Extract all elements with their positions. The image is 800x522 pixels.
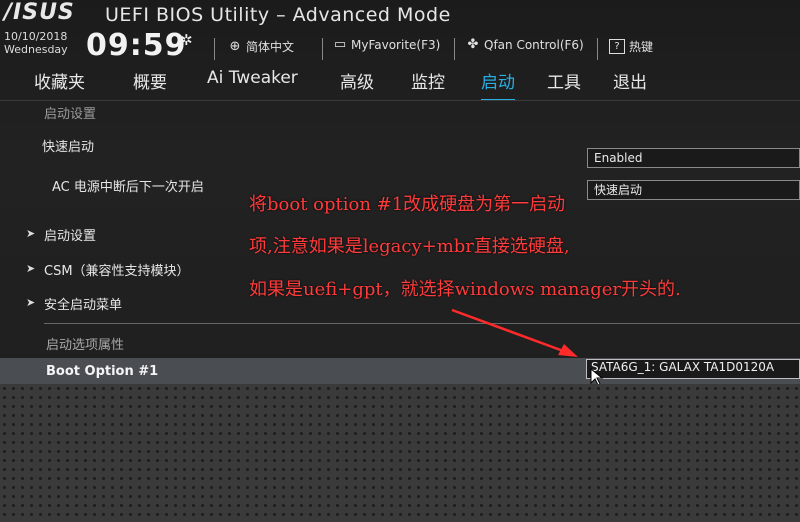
background-texture bbox=[0, 384, 800, 522]
bios-screen: /ISUS UEFI BIOS Utility – Advanced Mode … bbox=[0, 0, 800, 384]
annotation-arrow-icon bbox=[451, 308, 578, 357]
mouse-cursor-icon bbox=[590, 368, 604, 384]
